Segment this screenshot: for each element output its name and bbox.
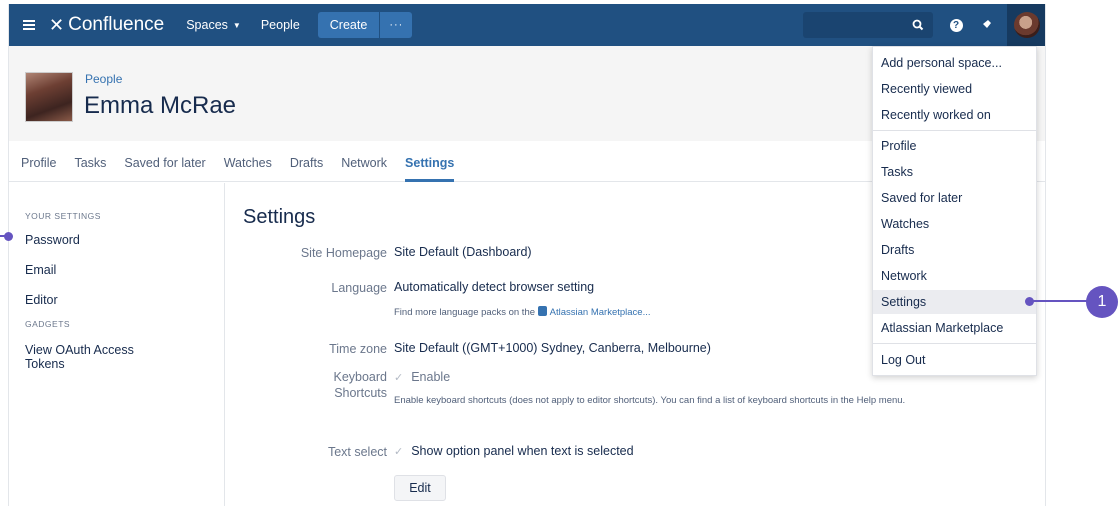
app-name: Confluence (68, 14, 165, 35)
sidebar-item-email[interactable]: Email (25, 263, 205, 277)
callout-line-password (0, 235, 8, 237)
more-options-button[interactable]: ··· (380, 12, 413, 38)
menu-item-saved-for-later[interactable]: Saved for later (881, 186, 1036, 210)
sidebar-item-editor[interactable]: Editor (25, 293, 205, 307)
tab-profile[interactable]: Profile (21, 144, 56, 182)
callout-line-settings (1030, 300, 1088, 302)
spaces-label: Spaces (186, 18, 228, 32)
help-icon[interactable]: ? (941, 4, 971, 46)
spaces-menu[interactable]: Spaces ▼ (176, 4, 251, 46)
breadcrumb[interactable]: People (85, 72, 122, 86)
your-settings-heading: YOUR SETTINGS (25, 211, 101, 221)
menu-item-tasks[interactable]: Tasks (881, 160, 1036, 184)
text-select-text: Show option panel when text is selected (411, 444, 634, 458)
notifications-icon[interactable] (971, 4, 1001, 46)
user-dropdown-menu: Add personal space... Recently viewed Re… (872, 46, 1037, 376)
settings-title: Settings (243, 206, 316, 228)
callout-badge: 1 (1086, 286, 1118, 318)
search-input[interactable] (803, 12, 903, 38)
page-title: Emma McRae (84, 92, 237, 119)
text-select-value: ✓ Show option panel when text is selected (394, 444, 634, 458)
timezone-value: Site Default ((GMT+1000) Sydney, Canberr… (394, 341, 711, 355)
language-value: Automatically detect browser setting (394, 280, 595, 294)
keyboard-label-line2: Shortcuts (334, 386, 387, 400)
menu-divider (873, 343, 1036, 344)
check-icon: ✓ (394, 372, 404, 384)
keyboard-enable-text: Enable (411, 370, 451, 384)
site-homepage-value: Site Default (Dashboard) (394, 245, 532, 259)
timezone-label: Time zone (329, 342, 387, 356)
confluence-logo[interactable]: ✕ Confluence (49, 4, 164, 46)
keyboard-label-line1: Keyboard (333, 370, 387, 384)
chevron-down-icon: ▼ (232, 20, 241, 30)
language-help-text: Find more language packs on the (394, 307, 536, 318)
tab-settings[interactable]: Settings (405, 144, 455, 182)
gadgets-heading: GADGETS (25, 319, 71, 329)
menu-item-network[interactable]: Network (881, 264, 1036, 288)
marketplace-icon (537, 306, 547, 316)
confluence-logo-icon: ✕ (49, 14, 65, 35)
check-icon: ✓ (394, 446, 404, 458)
menu-item-add-personal-space[interactable]: Add personal space... (881, 51, 1036, 75)
settings-sidebar: YOUR SETTINGS Password Email Editor GADG… (9, 183, 225, 506)
language-label: Language (331, 281, 387, 295)
menu-divider (873, 130, 1036, 131)
menu-item-drafts[interactable]: Drafts (881, 238, 1036, 262)
sidebar-item-password[interactable]: Password (25, 233, 205, 247)
keyboard-shortcuts-value: ✓ Enable (394, 370, 450, 384)
search-icon[interactable] (903, 12, 933, 38)
menu-item-watches[interactable]: Watches (881, 212, 1036, 236)
tab-tasks[interactable]: Tasks (74, 144, 106, 182)
menu-item-atlassian-marketplace[interactable]: Atlassian Marketplace (881, 316, 1036, 340)
tab-network[interactable]: Network (341, 144, 387, 182)
menu-item-recently-viewed[interactable]: Recently viewed (881, 77, 1036, 101)
create-button[interactable]: Create (317, 12, 380, 38)
text-select-label: Text select (327, 445, 387, 459)
menu-item-log-out[interactable]: Log Out (881, 348, 1036, 372)
tab-watches[interactable]: Watches (224, 144, 272, 182)
user-avatar-button[interactable] (1007, 4, 1045, 46)
menu-icon[interactable] (9, 4, 49, 46)
tab-saved-for-later[interactable]: Saved for later (124, 144, 205, 182)
site-homepage-label: Site Homepage (300, 246, 387, 260)
edit-button[interactable]: Edit (394, 475, 446, 501)
menu-item-recently-worked-on[interactable]: Recently worked on (881, 103, 1036, 127)
keyboard-shortcuts-label: Keyboard Shortcuts (333, 369, 387, 401)
menu-item-settings[interactable]: Settings (873, 290, 1036, 314)
keyboard-help: Enable keyboard shortcuts (does not appl… (394, 395, 906, 406)
sidebar-item-oauth-tokens[interactable]: View OAuth Access Tokens (25, 343, 165, 371)
avatar (1014, 12, 1040, 38)
tab-drafts[interactable]: Drafts (290, 144, 323, 182)
menu-item-profile[interactable]: Profile (881, 134, 1036, 158)
profile-photo (25, 72, 73, 122)
top-navigation-bar: ✕ Confluence Spaces ▼ People Create ··· … (9, 4, 1045, 46)
people-link[interactable]: People (251, 4, 310, 46)
marketplace-link[interactable]: Atlassian Marketplace... (550, 307, 651, 318)
